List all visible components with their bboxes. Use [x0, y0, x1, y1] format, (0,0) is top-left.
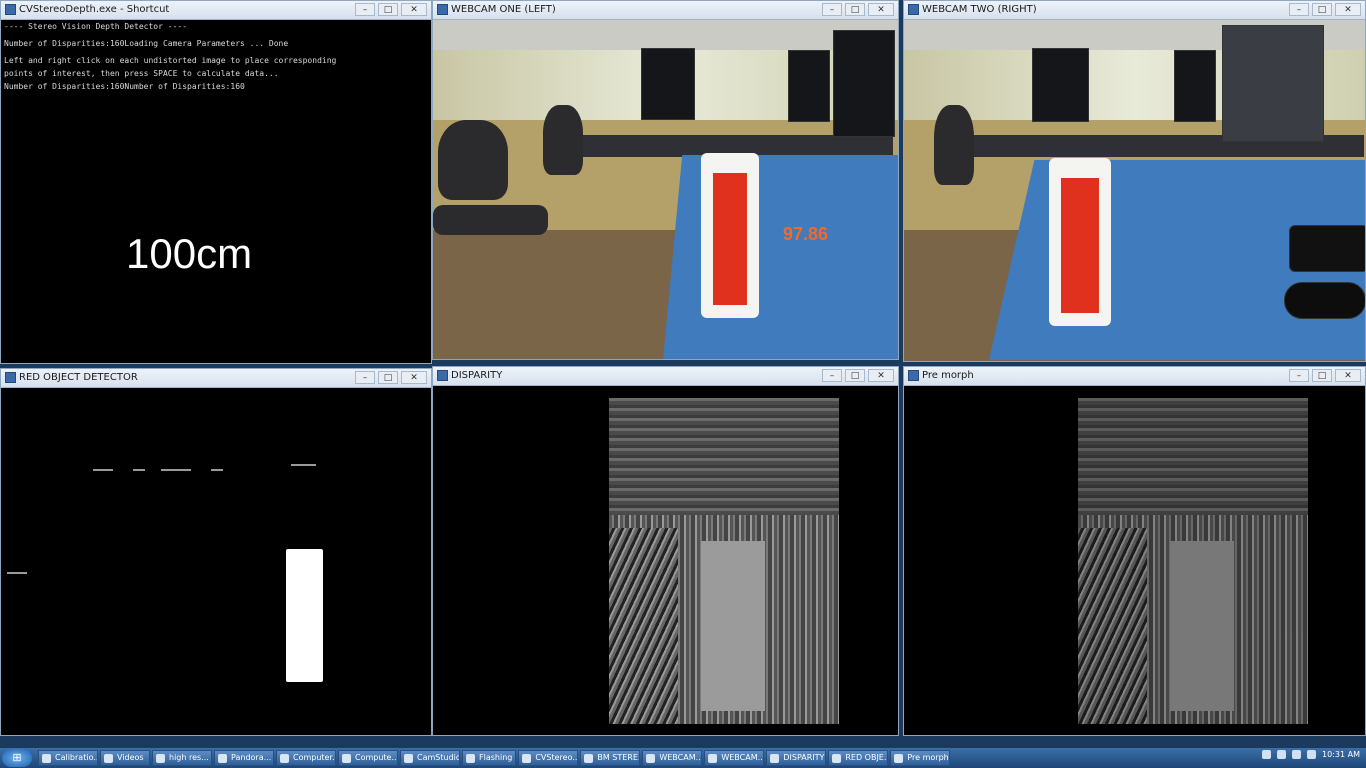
red-object-window: RED OBJECT DETECTOR – □ ✕	[0, 368, 432, 736]
console-line: Left and right click on each undistorted…	[4, 56, 337, 65]
pre-morph-titlebar[interactable]: Pre morph – □ ✕	[904, 367, 1365, 386]
close-button[interactable]: ✕	[401, 3, 427, 16]
webcam-left-image[interactable]: 97.86	[433, 20, 898, 359]
webcam-left-title: WEBCAM ONE (LEFT)	[451, 4, 556, 15]
minimize-button[interactable]: –	[1289, 369, 1309, 382]
taskbar-item[interactable]: Pandora...	[214, 750, 274, 766]
red-object-title: RED OBJECT DETECTOR	[19, 372, 138, 383]
webcam-right-window: WEBCAM TWO (RIGHT) – □ ✕	[903, 0, 1366, 362]
taskbar-item[interactable]: DISPARITY	[766, 750, 827, 766]
console-output: ---- Stereo Vision Depth Detector ---- N…	[1, 20, 431, 363]
minimize-button[interactable]: –	[1289, 3, 1309, 16]
minimize-button[interactable]: –	[355, 371, 375, 384]
console-window: CVStereoDepth.exe - Shortcut – □ ✕ ---- …	[0, 0, 432, 364]
taskbar-item[interactable]: WEBCAM...	[704, 750, 765, 766]
webcam-right-image[interactable]	[904, 20, 1365, 361]
taskbar-item[interactable]: Computer...	[276, 750, 336, 766]
windows-logo-icon[interactable]: ⊞	[2, 749, 32, 767]
close-button[interactable]: ✕	[868, 3, 894, 16]
maximize-button[interactable]: □	[378, 3, 398, 16]
red-can	[701, 153, 759, 318]
console-app-icon	[5, 4, 16, 15]
volume-icon[interactable]	[1307, 750, 1317, 759]
taskbar-item[interactable]: high res...	[152, 750, 212, 766]
taskbar-item[interactable]: Videos	[100, 750, 150, 766]
taskbar-item[interactable]: BM STERE...	[580, 750, 641, 766]
webcam-left-window: WEBCAM ONE (LEFT) – □ ✕ 97.86	[432, 0, 899, 360]
tray-icon[interactable]	[1262, 750, 1272, 759]
pre-morph-window: Pre morph – □ ✕	[903, 366, 1366, 736]
tray-icon[interactable]	[1277, 750, 1287, 759]
disparity-window: DISPARITY – □ ✕	[432, 366, 899, 736]
webcam-right-title: WEBCAM TWO (RIGHT)	[922, 4, 1037, 15]
minimize-button[interactable]: –	[822, 369, 842, 382]
console-titlebar[interactable]: CVStereoDepth.exe - Shortcut – □ ✕	[1, 1, 431, 20]
maximize-button[interactable]: □	[1312, 3, 1332, 16]
webcam-right-titlebar[interactable]: WEBCAM TWO (RIGHT) – □ ✕	[904, 1, 1365, 20]
disparity-map[interactable]	[433, 386, 898, 735]
console-line: Number of Disparities:160Number of Dispa…	[4, 82, 245, 91]
maximize-button[interactable]: □	[845, 3, 865, 16]
pre-morph-map[interactable]	[904, 386, 1365, 735]
taskbar-item[interactable]: WEBCAM...	[642, 750, 703, 766]
clock[interactable]: 10:31 AM	[1322, 750, 1360, 759]
close-button[interactable]: ✕	[401, 371, 427, 384]
console-title: CVStereoDepth.exe - Shortcut	[19, 4, 170, 15]
taskbar-item[interactable]: Compute...	[338, 750, 398, 766]
pre-morph-title: Pre morph	[922, 370, 974, 381]
taskbar-item[interactable]: Flashing	[462, 750, 517, 766]
maximize-button[interactable]: □	[378, 371, 398, 384]
close-button[interactable]: ✕	[868, 369, 894, 382]
distance-readout: 100cm	[126, 230, 253, 277]
window-app-icon	[908, 4, 919, 15]
taskbar-items: Calibratio... Videos high res... Pandora…	[38, 750, 951, 766]
console-line: Number of Disparities:160Loading Camera …	[4, 39, 289, 48]
taskbar-item[interactable]: Calibratio...	[38, 750, 98, 766]
maximize-button[interactable]: □	[1312, 369, 1332, 382]
disparity-title: DISPARITY	[451, 370, 503, 381]
detected-object-blob	[286, 549, 323, 682]
distance-overlay: 97.86	[783, 224, 829, 244]
red-can	[1049, 158, 1111, 326]
close-button[interactable]: ✕	[1335, 3, 1361, 16]
taskbar-item[interactable]: CVStereo...	[518, 750, 579, 766]
console-line: ---- Stereo Vision Depth Detector ----	[4, 22, 188, 31]
minimize-button[interactable]: –	[355, 3, 375, 16]
console-line: points of interest, then press SPACE to …	[4, 69, 279, 78]
taskbar-item[interactable]: CamStudio	[400, 750, 460, 766]
taskbar-item[interactable]: Pre morph	[890, 750, 951, 766]
window-app-icon	[908, 370, 919, 381]
window-app-icon	[437, 370, 448, 381]
system-tray: 10:31 AM	[1262, 750, 1360, 759]
window-app-icon	[437, 4, 448, 15]
red-object-titlebar[interactable]: RED OBJECT DETECTOR – □ ✕	[1, 369, 431, 388]
taskbar: ⊞ Calibratio... Videos high res... Pando…	[0, 748, 1366, 768]
close-button[interactable]: ✕	[1335, 369, 1361, 382]
red-object-mask[interactable]	[1, 388, 431, 735]
window-app-icon	[5, 372, 16, 383]
maximize-button[interactable]: □	[845, 369, 865, 382]
disparity-titlebar[interactable]: DISPARITY – □ ✕	[433, 367, 898, 386]
webcam-left-titlebar[interactable]: WEBCAM ONE (LEFT) – □ ✕	[433, 1, 898, 20]
taskbar-item[interactable]: RED OBJE...	[828, 750, 889, 766]
network-icon[interactable]	[1292, 750, 1302, 759]
minimize-button[interactable]: –	[822, 3, 842, 16]
